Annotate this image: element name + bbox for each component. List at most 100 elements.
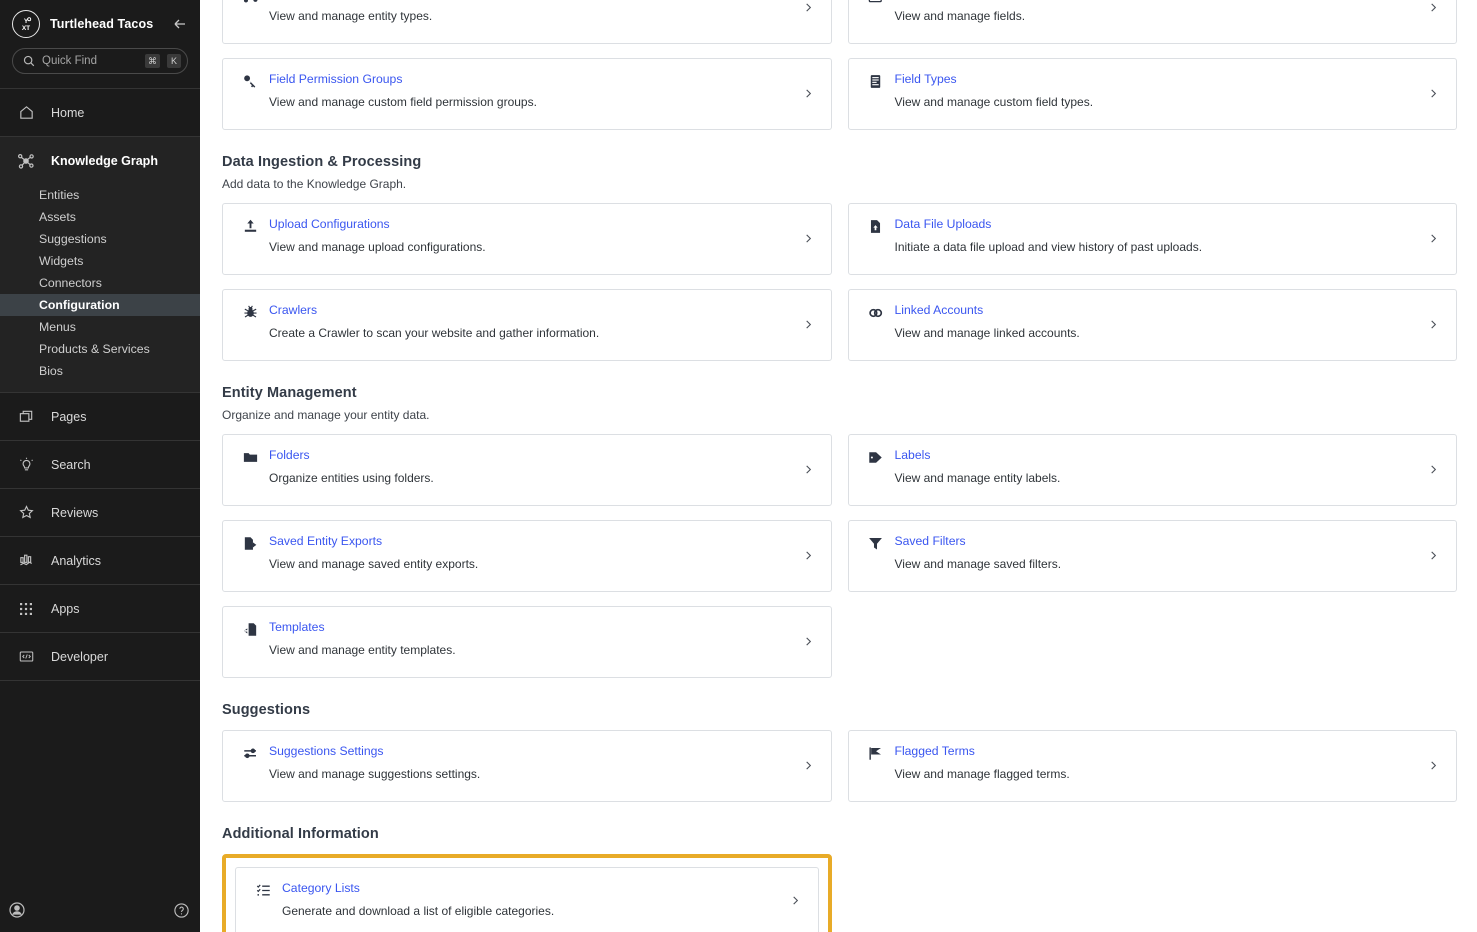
card-title-flagged-terms[interactable]: Flagged Terms xyxy=(895,744,1419,758)
card-desc-saved-entity-exports: View and manage saved entity exports. xyxy=(269,557,479,571)
card-saved-filters[interactable]: Saved Filters View and manage saved filt… xyxy=(847,520,1457,592)
card-desc-crawlers: Create a Crawler to scan your website an… xyxy=(269,326,600,340)
card-suggestions-settings[interactable]: Suggestions Settings View and manage sug… xyxy=(222,730,832,802)
card-flagged-terms[interactable]: Flagged Terms View and manage flagged te… xyxy=(847,730,1457,802)
chevron-right-icon xyxy=(803,88,815,99)
card-title-saved-filters[interactable]: Saved Filters xyxy=(895,534,1419,548)
sidebar-item-assets[interactable]: Assets xyxy=(0,206,200,228)
yext-logo-icon: Y XT xyxy=(12,10,40,38)
card-title-folders[interactable]: Folders xyxy=(269,448,793,462)
card-body: Flagged Terms View and manage flagged te… xyxy=(895,744,1419,782)
sidebar-item-search[interactable]: Search xyxy=(0,441,200,488)
card-entity-types[interactable]: Entity Types View and manage entity type… xyxy=(222,0,832,44)
sidebar: Y XT Turtlehead Tacos Quick Find ⌘ K Hom… xyxy=(0,0,200,932)
card-title-suggestions-settings[interactable]: Suggestions Settings xyxy=(269,744,793,758)
sidebar-item-developer[interactable]: Developer xyxy=(0,633,200,680)
key-icon xyxy=(239,72,261,90)
card-desc-data-file-uploads: Initiate a data file upload and view his… xyxy=(894,240,1203,254)
sidebar-item-reviews[interactable]: Reviews xyxy=(0,489,200,536)
card-linked-accounts[interactable]: Linked Accounts View and manage linked a… xyxy=(847,289,1457,361)
sidebar-item-bios[interactable]: Bios xyxy=(0,360,200,382)
sidebar-item-suggestions[interactable]: Suggestions xyxy=(0,228,200,250)
sidebar-item-menus[interactable]: Menus xyxy=(0,316,200,338)
card-title-linked-accounts[interactable]: Linked Accounts xyxy=(895,303,1419,317)
card-body: Suggestions Settings View and manage sug… xyxy=(269,744,793,782)
sidebar-label-search: Search xyxy=(51,457,91,472)
quick-find-input[interactable]: Quick Find ⌘ K xyxy=(12,48,188,74)
card-desc-category-lists: Generate and download a list of eligible… xyxy=(282,904,555,918)
card-title-category-lists[interactable]: Category Lists xyxy=(282,881,780,895)
section-grid: Category Lists Generate and download a l… xyxy=(222,854,1457,932)
card-title-field-permission-groups[interactable]: Field Permission Groups xyxy=(269,72,793,86)
section-subtitle-entity-management: Organize and manage your entity data. xyxy=(222,408,430,422)
card-title-crawlers[interactable]: Crawlers xyxy=(269,303,793,317)
card-labels[interactable]: Labels View and manage entity labels. xyxy=(847,434,1457,506)
collapse-sidebar-button[interactable] xyxy=(172,16,188,32)
section-grid: Folders Organize entities using folders. xyxy=(222,434,1457,678)
section-column-right: Data File Uploads Initiate a data file u… xyxy=(847,203,1457,361)
code-icon xyxy=(16,648,36,665)
card-body: Crawlers Create a Crawler to scan your w… xyxy=(269,303,793,341)
card-desc-linked-accounts: View and manage linked accounts. xyxy=(894,326,1080,340)
chevron-right-icon xyxy=(1428,319,1440,330)
link-chain-icon xyxy=(865,303,887,322)
card-body: Labels View and manage entity labels. xyxy=(895,448,1419,486)
sidebar-item-analytics[interactable]: Analytics xyxy=(0,537,200,584)
card-folders[interactable]: Folders Organize entities using folders. xyxy=(222,434,832,506)
quick-find-shortcut-mod: ⌘ xyxy=(145,54,160,68)
edit-box-icon xyxy=(865,0,887,4)
card-field-permission-groups[interactable]: Field Permission Groups View and manage … xyxy=(222,58,832,130)
section-column-right: Flagged Terms View and manage flagged te… xyxy=(847,730,1457,802)
card-fields[interactable]: Fields View and manage fields. xyxy=(847,0,1457,44)
section-grid: Suggestions Settings View and manage sug… xyxy=(222,730,1457,802)
card-body: Entity Types View and manage entity type… xyxy=(269,0,793,24)
section-column-left: Upload Configurations View and manage up… xyxy=(222,203,832,361)
sidebar-label-menus: Menus xyxy=(39,320,76,334)
section-column-right: Labels View and manage entity labels. Sa… xyxy=(847,434,1457,592)
card-upload-configurations[interactable]: Upload Configurations View and manage up… xyxy=(222,203,832,275)
section-column-left: Suggestions Settings View and manage sug… xyxy=(222,730,832,802)
sidebar-item-knowledge-graph[interactable]: Knowledge Graph xyxy=(0,137,200,184)
card-title-saved-entity-exports[interactable]: Saved Entity Exports xyxy=(269,534,793,548)
card-field-types[interactable]: Field Types View and manage custom field… xyxy=(847,58,1457,130)
sidebar-label-developer: Developer xyxy=(51,649,108,664)
card-category-lists[interactable]: Category Lists Generate and download a l… xyxy=(235,867,819,932)
filter-funnel-icon xyxy=(865,534,887,552)
sidebar-item-products-services[interactable]: Products & Services xyxy=(0,338,200,360)
card-data-file-uploads[interactable]: Data File Uploads Initiate a data file u… xyxy=(847,203,1457,275)
file-import-icon xyxy=(239,620,261,638)
knowledge-graph-icon xyxy=(16,152,36,170)
chevron-right-icon xyxy=(803,319,815,330)
card-desc-upload-configurations: View and manage upload configurations. xyxy=(269,240,486,254)
card-title-data-file-uploads[interactable]: Data File Uploads xyxy=(895,217,1419,231)
card-title-upload-configurations[interactable]: Upload Configurations xyxy=(269,217,793,231)
sidebar-item-widgets[interactable]: Widgets xyxy=(0,250,200,272)
card-title-field-types[interactable]: Field Types xyxy=(895,72,1419,86)
sidebar-label-products-services: Products & Services xyxy=(39,342,150,356)
card-body: Data File Uploads Initiate a data file u… xyxy=(895,217,1419,255)
card-desc-saved-filters: View and manage saved filters. xyxy=(894,557,1062,571)
sidebar-item-home[interactable]: Home xyxy=(0,89,200,136)
card-templates[interactable]: Templates View and manage entity templat… xyxy=(222,606,832,678)
sidebar-item-apps[interactable]: Apps xyxy=(0,585,200,632)
card-crawlers[interactable]: Crawlers Create a Crawler to scan your w… xyxy=(222,289,832,361)
card-title-templates[interactable]: Templates xyxy=(269,620,793,634)
card-body: Upload Configurations View and manage up… xyxy=(269,217,793,255)
quick-find-placeholder: Quick Find xyxy=(42,55,97,67)
main-content: Entity Types View and manage entity type… xyxy=(200,0,1477,932)
sidebar-item-connectors[interactable]: Connectors xyxy=(0,272,200,294)
sidebar-label-home: Home xyxy=(51,105,85,120)
sidebar-label-pages: Pages xyxy=(51,409,87,424)
help-circle-icon[interactable] xyxy=(173,902,190,919)
sidebar-label-reviews: Reviews xyxy=(51,505,99,520)
section-title-suggestions: Suggestions xyxy=(222,702,311,718)
card-title-labels[interactable]: Labels xyxy=(895,448,1419,462)
card-body: Folders Organize entities using folders. xyxy=(269,448,793,486)
sidebar-item-entities[interactable]: Entities xyxy=(0,184,200,206)
entity-types-icon xyxy=(239,0,261,4)
user-avatar-icon[interactable] xyxy=(8,901,26,919)
sidebar-item-pages[interactable]: Pages xyxy=(0,393,200,440)
sidebar-item-configuration[interactable]: Configuration xyxy=(0,294,200,316)
card-saved-entity-exports[interactable]: Saved Entity Exports View and manage sav… xyxy=(222,520,832,592)
card-desc-field-permission-groups: View and manage custom field permission … xyxy=(269,95,537,109)
